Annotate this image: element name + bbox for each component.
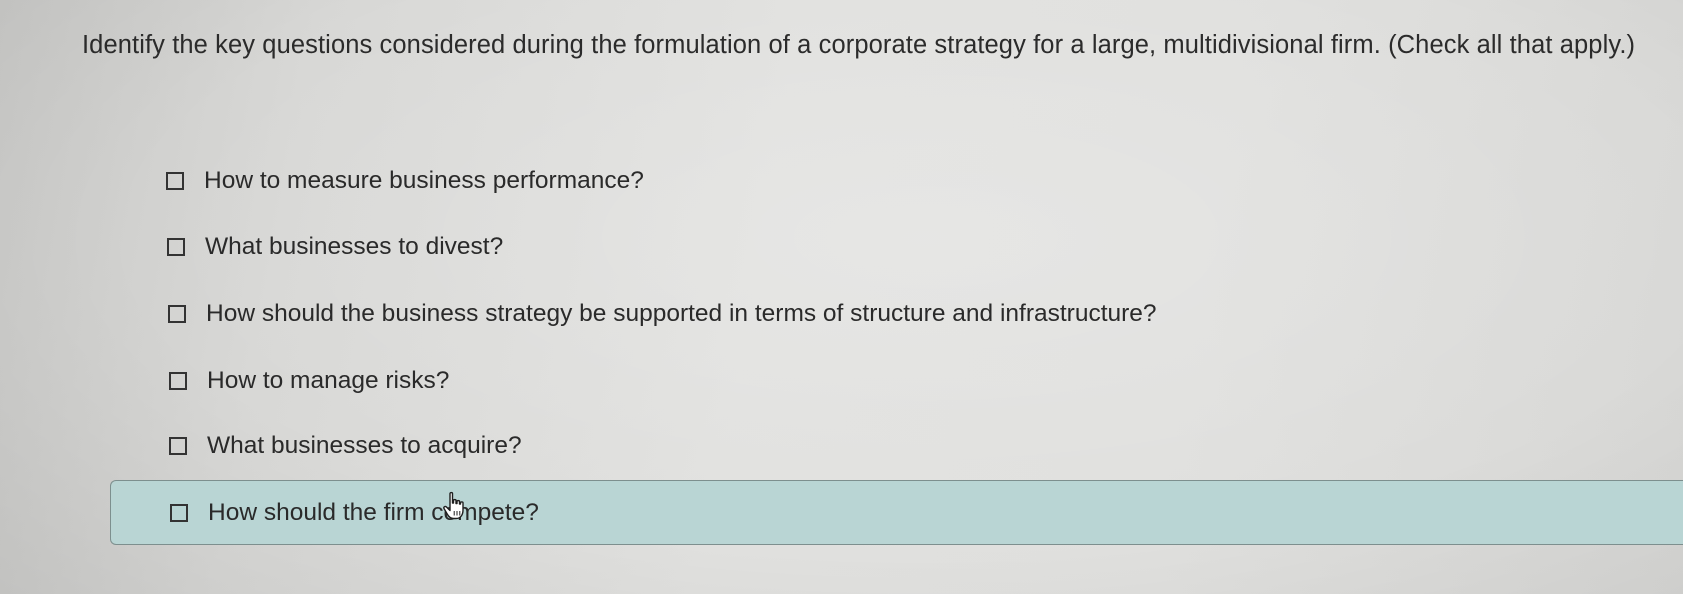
- option-structure-infrastructure[interactable]: How should the business strategy be supp…: [168, 294, 1157, 334]
- option-manage-risks[interactable]: How to manage risks?: [169, 361, 449, 401]
- option-label: What businesses to acquire?: [207, 432, 522, 459]
- checkbox[interactable]: [170, 503, 188, 522]
- checkbox[interactable]: [167, 238, 185, 256]
- checkbox[interactable]: [169, 372, 187, 390]
- option-compete-hovered[interactable]: How should the firm compete?: [110, 480, 1683, 545]
- checkbox[interactable]: [166, 172, 184, 190]
- option-measure-performance[interactable]: How to measure business performance?: [166, 161, 644, 201]
- option-label: How should the business strategy be supp…: [206, 300, 1157, 327]
- option-label: How to measure business performance?: [204, 167, 644, 194]
- answer-options: How to measure business performance? Wha…: [0, 0, 1683, 594]
- hand-pointer-icon: [443, 491, 464, 520]
- checkbox[interactable]: [168, 305, 186, 323]
- checkbox[interactable]: [169, 437, 187, 455]
- option-label: What businesses to divest?: [205, 233, 504, 260]
- option-label: How should the firm compete?: [208, 498, 539, 526]
- option-divest[interactable]: What businesses to divest?: [167, 227, 503, 267]
- option-acquire[interactable]: What businesses to acquire?: [169, 426, 522, 466]
- option-label: How to manage risks?: [207, 367, 450, 394]
